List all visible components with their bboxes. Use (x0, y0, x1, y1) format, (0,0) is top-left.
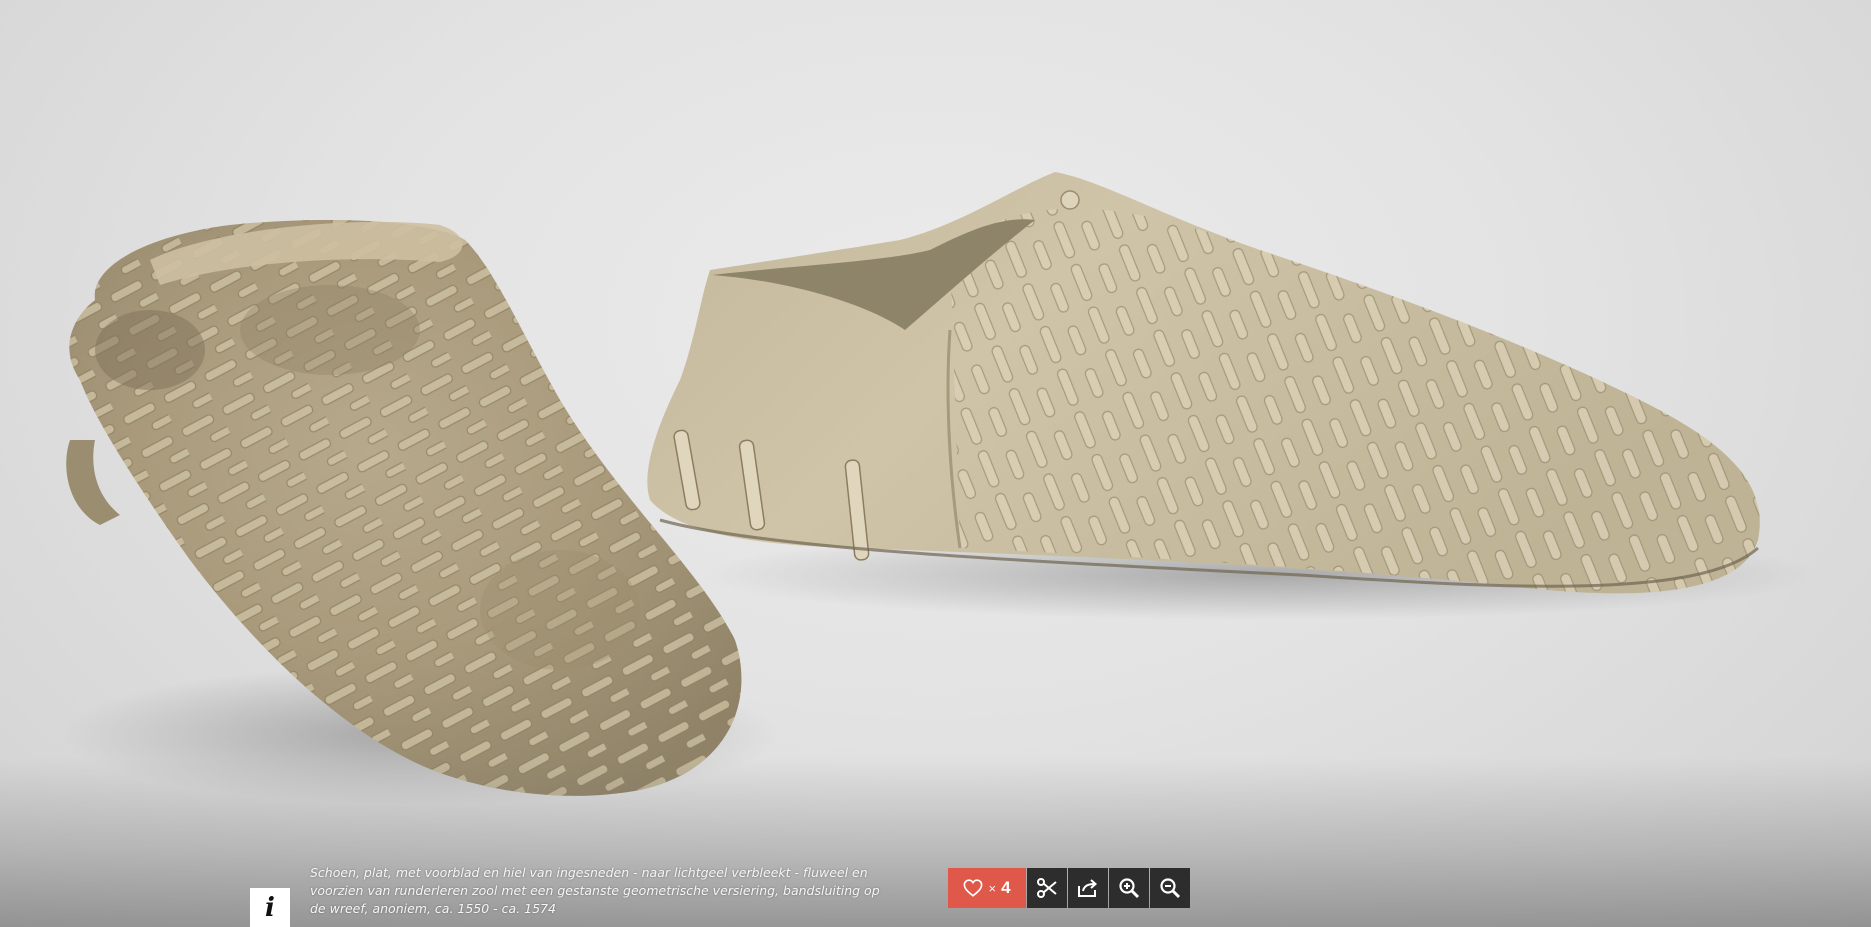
like-button[interactable]: × 4 (948, 868, 1026, 908)
zoom-in-icon (1119, 878, 1140, 899)
share-button[interactable] (1068, 868, 1108, 908)
image-viewport[interactable] (0, 0, 1871, 927)
scissors-icon (1037, 878, 1057, 898)
like-count: 4 (1001, 878, 1011, 897)
info-icon: i (265, 892, 275, 923)
info-button[interactable]: i (250, 888, 290, 927)
zoom-out-icon (1160, 878, 1181, 899)
share-icon (1078, 879, 1098, 897)
image-toolbar: × 4 (948, 868, 1190, 908)
like-times: × (988, 880, 997, 896)
zoom-in-button[interactable] (1109, 868, 1149, 908)
zoom-out-button[interactable] (1150, 868, 1190, 908)
right-shoe (647, 172, 1760, 594)
heart-icon (964, 879, 983, 897)
artwork-caption: Schoen, plat, met voorblad en hiel van i… (310, 865, 880, 916)
artwork-image (60, 172, 1820, 805)
scissors-button[interactable] (1027, 868, 1067, 908)
